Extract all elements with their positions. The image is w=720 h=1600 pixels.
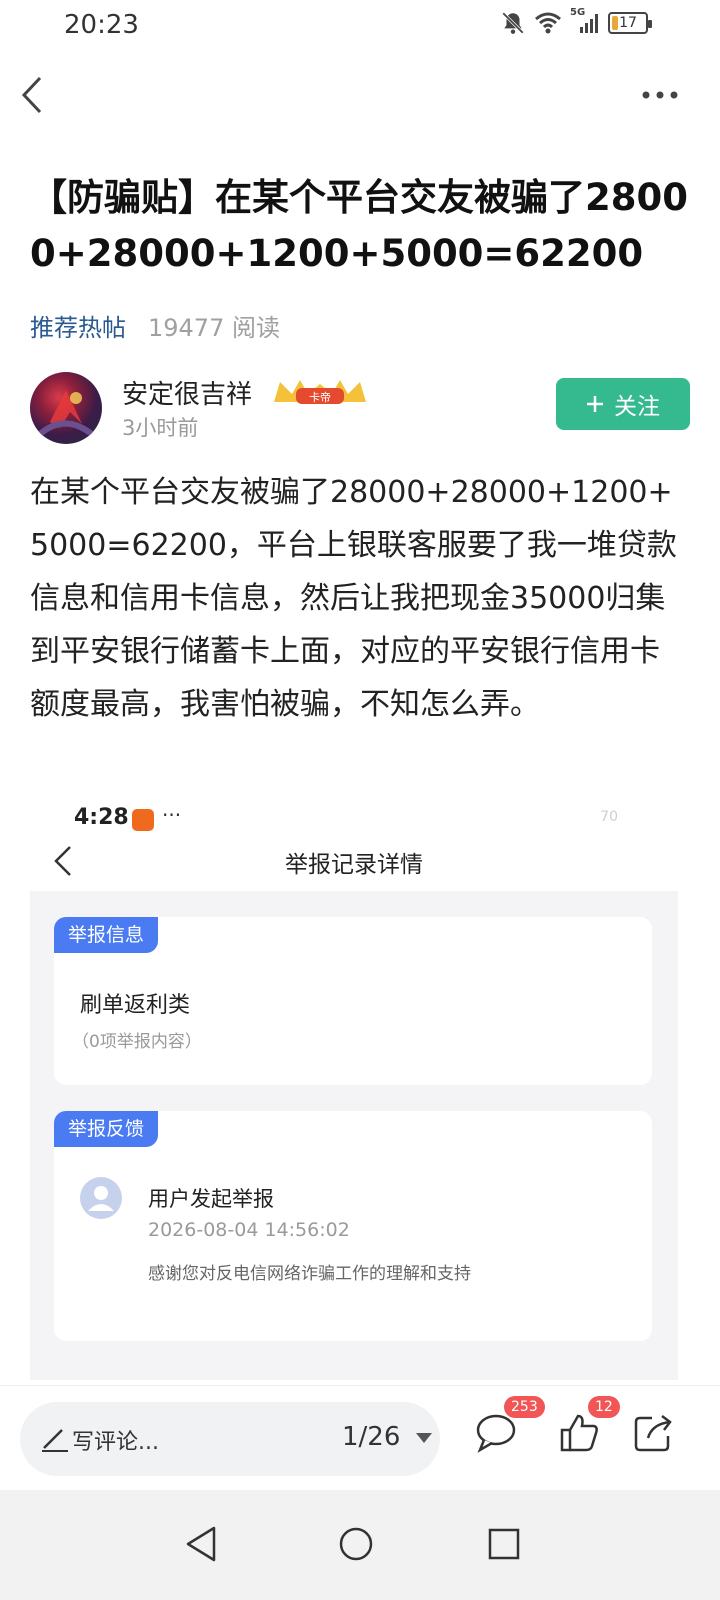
battery-icon: 17	[608, 12, 652, 34]
bottom-bar: 写评论... 1/26 253 12	[0, 1385, 720, 1485]
circle-home-icon	[339, 1527, 373, 1561]
read-count: 19477 阅读	[148, 314, 280, 342]
system-recents-button[interactable]	[482, 1522, 526, 1566]
dropdown-icon	[415, 1433, 432, 1443]
back-button[interactable]	[16, 70, 56, 120]
plus-icon	[587, 396, 603, 412]
crown-badge-icon: 卡帝	[274, 380, 366, 404]
follow-button[interactable]: 关注	[556, 378, 690, 430]
report-feedback-tag: 举报反馈	[54, 1111, 159, 1147]
follow-label: 关注	[614, 394, 660, 420]
wifi-icon	[535, 12, 561, 34]
feedback-time: 2026-08-04 14:56:02	[148, 1219, 350, 1241]
report-count: （0项举报内容）	[72, 1032, 202, 1052]
share-button[interactable]	[632, 1410, 676, 1454]
like-count-badge: 12	[588, 1396, 620, 1418]
report-info-card: 举报信息 刷单返利类 （0项举报内容）	[54, 917, 652, 1085]
status-icons: 5G 17	[500, 7, 652, 36]
embedded-corner-number: 70	[600, 809, 618, 825]
system-home-button[interactable]	[334, 1522, 378, 1566]
author-name[interactable]: 安定很吉祥	[122, 374, 252, 411]
app-notification-icon	[132, 809, 154, 831]
status-time: 20:23	[64, 10, 139, 40]
post-time: 3小时前	[122, 416, 199, 440]
comment-count-badge: 253	[504, 1396, 545, 1418]
report-category: 刷单返利类	[80, 993, 191, 1018]
battery-level: 17	[619, 15, 637, 31]
post-title: 【防骗贴】在某个平台交友被骗了28000+28000+1200+5000=622…	[30, 176, 688, 275]
more-icon	[642, 91, 678, 99]
feedback-event: 用户发起举报	[148, 1187, 274, 1211]
signal-icon: 5G	[570, 7, 600, 35]
badge-text: 卡帝	[309, 390, 331, 404]
system-nav-bar	[0, 1490, 720, 1600]
embedded-time: 4:28	[74, 805, 129, 830]
comment-input[interactable]: 写评论... 1/26	[20, 1402, 440, 1476]
topic-link[interactable]: 推荐热帖	[30, 308, 126, 343]
page-indicator[interactable]: 1/26	[342, 1422, 433, 1452]
report-feedback-card: 举报反馈 用户发起举报 2026-08-04 14:56:02 感谢您对反电信网…	[54, 1111, 652, 1341]
comment-placeholder: 写评论...	[72, 1430, 159, 1455]
embedded-dots: ···	[162, 803, 182, 827]
user-avatar-icon	[80, 1177, 122, 1219]
mute-bell-icon	[502, 12, 524, 34]
system-back-button[interactable]	[180, 1522, 224, 1566]
triangle-back-icon	[186, 1526, 216, 1562]
status-bar: 20:23 5G 17	[0, 0, 720, 50]
share-icon	[634, 1415, 672, 1452]
post-body: 在某个平台交友被骗了28000+28000+1200+5000=62200，平台…	[30, 475, 677, 722]
feedback-note: 感谢您对反电信网络诈骗工作的理解和支持	[148, 1264, 471, 1284]
top-nav	[0, 60, 720, 130]
more-button[interactable]	[638, 80, 682, 110]
author-row: 安定很吉祥 卡帝 3小时前 关注	[30, 372, 690, 448]
back-icon	[21, 76, 42, 114]
embedded-title: 举报记录详情	[285, 852, 423, 878]
comment-button[interactable]: 253	[474, 1396, 545, 1454]
page-text: 1/26	[342, 1422, 401, 1452]
square-recents-icon	[488, 1528, 520, 1560]
embedded-header: 4:28 ··· 70 举报记录详情	[30, 795, 678, 891]
report-info-tag: 举报信息	[54, 917, 159, 953]
embedded-screenshot[interactable]: 4:28 ··· 70 举报记录详情 举报信息 刷单返利类 （0项举报内容） 举…	[30, 795, 678, 1380]
post-meta: 推荐热帖 19477 阅读	[30, 308, 280, 343]
like-button[interactable]: 12	[558, 1396, 620, 1454]
author-avatar[interactable]	[30, 372, 102, 444]
pen-icon	[42, 1429, 68, 1452]
